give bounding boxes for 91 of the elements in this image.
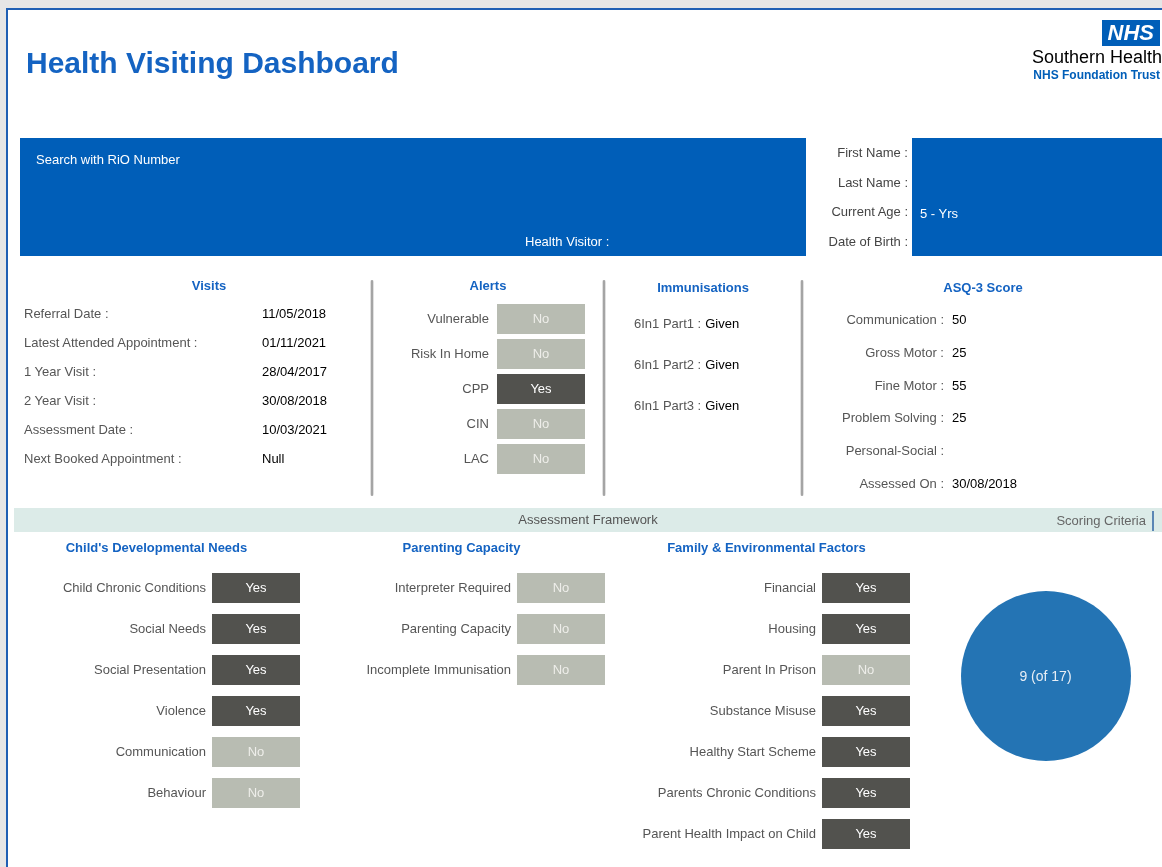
factor-label: Social Presentation [93, 661, 206, 680]
organisation-subtitle: NHS Foundation Trust [1033, 68, 1161, 82]
immunisation-status: Given [705, 314, 740, 333]
flag-indicator: Yes [212, 573, 300, 603]
section-heading: Immunisations [656, 279, 750, 297]
alert-label: CIN [465, 415, 489, 434]
factor-label: Substance Misuse [708, 702, 816, 721]
framework-title: Assessment Framework [518, 511, 658, 530]
asq-value: 30/08/2018 [952, 474, 1018, 493]
visit-date: 28/04/2017 [262, 363, 328, 382]
visit-date: 11/05/2018 [262, 305, 327, 324]
immunisation-label: 6In1 Part2 : [634, 355, 702, 374]
flag-indicator: Yes [212, 614, 300, 644]
flag-indicator: No [497, 304, 585, 334]
alert-label: Vulnerable [426, 310, 489, 329]
flag-indicator: No [212, 778, 300, 808]
immunisation-label: 6In1 Part3 : [634, 396, 702, 415]
factor-label: Violence [155, 702, 206, 721]
alert-label: LAC [462, 450, 489, 469]
visit-label: 2 Year Visit : [24, 392, 98, 411]
immunisation-status: Given [705, 355, 740, 374]
flag-indicator: Yes [822, 778, 910, 808]
visit-label: Next Booked Appointment : [24, 450, 183, 469]
factor-label: Child Chronic Conditions [61, 579, 206, 598]
section-heading: ASQ-3 Score [942, 279, 1024, 297]
dashboard-title: Health Visiting Dashboard [26, 45, 399, 81]
flag-indicator: Yes [822, 737, 910, 767]
factor-label: Incomplete Immunisation [365, 661, 511, 680]
asq-label: Assessed On : [858, 474, 944, 493]
alert-label: Risk In Home [409, 345, 489, 364]
visit-label: Assessment Date : [24, 421, 135, 440]
section-heading: Child's Developmental Needs [64, 539, 249, 557]
section-heading: Parenting Capacity [401, 539, 522, 557]
flag-indicator: No [517, 655, 605, 685]
factor-label: Communication [114, 743, 206, 762]
asq-label: Gross Motor : [864, 343, 944, 362]
visit-date: Null [262, 450, 285, 469]
logo-badge: NHS [1101, 20, 1160, 46]
health-visitor-label: Health Visitor : [525, 233, 610, 251]
immunisation-label: 6In1 Part1 : [634, 314, 702, 333]
factor-label: Parent In Prison [721, 661, 816, 680]
section-heading: Family & Environmental Factors [666, 539, 867, 557]
asq-label: Problem Solving : [841, 409, 944, 428]
asq-label: Communication : [845, 311, 944, 330]
patient-field-label: Last Name : [837, 173, 908, 192]
patient-field-label: Current Age : [831, 203, 908, 221]
flag-indicator: Yes [822, 696, 910, 726]
flag-indicator: Yes [212, 696, 300, 726]
asq-value: 25 [952, 409, 967, 428]
scoring-criteria-link[interactable]: Scoring Criteria [1056, 511, 1154, 531]
asq-value: 50 [952, 311, 967, 330]
flag-indicator: No [497, 444, 585, 474]
asq-value: 25 [952, 343, 967, 362]
factor-label: Healthy Start Scheme [688, 743, 816, 762]
factor-label: Parent Health Impact on Child [641, 825, 816, 844]
visit-date: 01/11/2021 [262, 334, 327, 353]
factor-label: Financial [762, 579, 816, 598]
flag-indicator: No [822, 655, 910, 685]
flag-indicator: No [497, 409, 585, 439]
flag-indicator: No [517, 573, 605, 603]
immunisation-status: Given [705, 396, 740, 415]
factor-label: Housing [767, 620, 816, 639]
asq-value: 55 [952, 376, 967, 395]
organisation-name: Southern Health [1031, 46, 1162, 68]
flag-indicator: Yes [822, 819, 910, 849]
visit-date: 10/03/2021 [262, 421, 328, 440]
patient-field-value: 5 - Yrs [920, 204, 959, 220]
asq-label: Fine Motor : [873, 376, 944, 395]
flag-indicator: Yes [822, 573, 910, 603]
flag-indicator: No [212, 737, 300, 767]
search-label: Search with RiO Number [36, 151, 180, 169]
patient-field-label: First Name : [837, 144, 908, 162]
factor-label: Interpreter Required [393, 579, 511, 598]
asq-label: Personal-Social : [844, 442, 944, 461]
patient-field-label: Date of Birth : [828, 232, 908, 251]
flag-indicator: Yes [822, 614, 910, 644]
factor-label: Parents Chronic Conditions [656, 784, 816, 803]
flag-indicator: No [517, 614, 605, 644]
visit-label: 1 Year Visit : [24, 363, 98, 382]
section-heading: Visits [190, 277, 228, 295]
alert-label: CPP [461, 380, 489, 399]
visit-label: Referral Date : [24, 305, 110, 324]
factor-label: Behaviour [146, 784, 206, 803]
visit-label: Latest Attended Appointment : [24, 334, 199, 353]
flag-indicator: No [497, 339, 585, 369]
flag-indicator: Yes [497, 374, 585, 404]
factor-label: Social Needs [128, 620, 206, 639]
section-heading: Alerts [469, 277, 507, 295]
visit-date: 30/08/2018 [262, 392, 328, 411]
flag-indicator: Yes [212, 655, 300, 685]
factor-label: Parenting Capacity [400, 620, 511, 639]
